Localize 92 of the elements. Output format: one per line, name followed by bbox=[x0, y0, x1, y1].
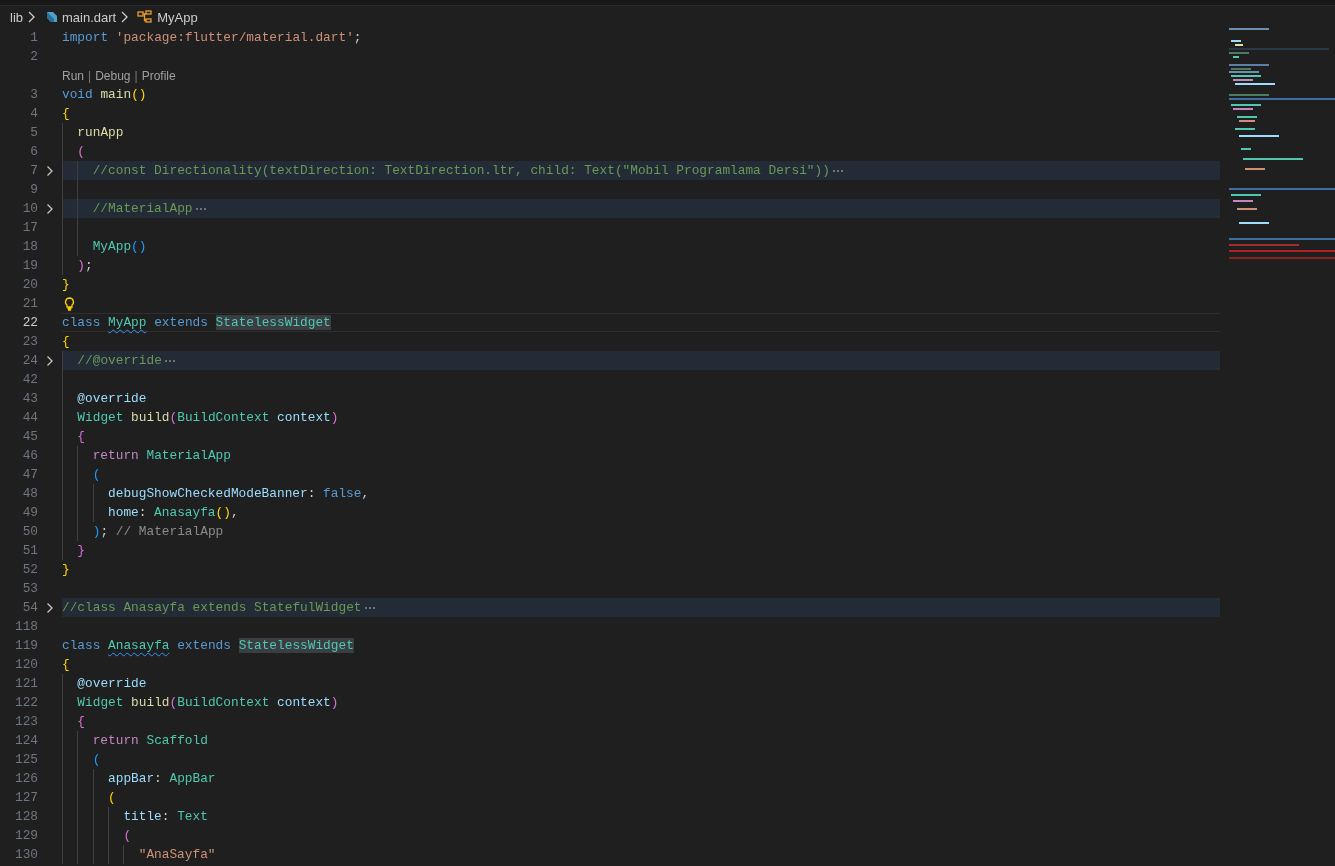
code-line: ); // MaterialApp bbox=[92, 523, 224, 541]
line-number: 1 bbox=[29, 29, 39, 47]
ellipsis-icon[interactable] bbox=[194, 206, 207, 211]
code-line: runApp bbox=[77, 124, 124, 142]
breadcrumb-item[interactable]: main.dart bbox=[62, 9, 117, 25]
line-number: 118 bbox=[13, 618, 39, 636]
line-number: 49 bbox=[21, 504, 39, 522]
line-number: 52 bbox=[21, 561, 39, 579]
code-line: import 'package:flutter/material.dart'; bbox=[62, 29, 362, 47]
chevron-icon bbox=[27, 11, 36, 23]
class-icon bbox=[137, 10, 154, 24]
code-line: Widget build(BuildContext context) bbox=[77, 694, 339, 712]
code-line: //@override bbox=[77, 352, 162, 370]
line-number: 18 bbox=[21, 238, 39, 256]
code-line: } bbox=[77, 542, 86, 560]
codelens-link[interactable]: Debug bbox=[95, 68, 131, 83]
code-line: } bbox=[62, 561, 70, 579]
code-line: class MyApp extends StatelessWidget bbox=[62, 314, 331, 332]
line-number: 121 bbox=[13, 675, 39, 693]
code-line: { bbox=[62, 105, 70, 123]
code-line: ( bbox=[77, 143, 86, 161]
line-number: 122 bbox=[13, 694, 39, 712]
line-number: 48 bbox=[21, 485, 39, 503]
line-number: 21 bbox=[21, 295, 39, 313]
line-number: 128 bbox=[13, 808, 39, 826]
code-line: appBar: AppBar bbox=[108, 770, 216, 788]
line-number: 22 bbox=[21, 314, 39, 332]
code-line: ( bbox=[92, 751, 101, 769]
separator: | bbox=[88, 68, 92, 83]
line-number: 124 bbox=[13, 732, 39, 750]
line-number: 126 bbox=[13, 770, 39, 788]
line-number: 119 bbox=[13, 637, 39, 655]
line-number: 130 bbox=[13, 846, 39, 864]
line-number: 5 bbox=[29, 124, 39, 142]
code-line: return MaterialApp bbox=[92, 447, 231, 465]
line-number: 3 bbox=[29, 86, 39, 104]
line-number: 51 bbox=[21, 542, 39, 560]
code-line: ( bbox=[92, 466, 101, 484]
code-line: ( bbox=[123, 827, 132, 845]
code-line: title: Text bbox=[123, 808, 208, 826]
line-number: 43 bbox=[21, 390, 39, 408]
codelens-link[interactable]: Run bbox=[62, 68, 84, 83]
code-line: void main() bbox=[62, 86, 147, 104]
codelens-link[interactable]: Profile bbox=[141, 68, 176, 83]
dart-logo-icon bbox=[44, 10, 58, 24]
code-line: //class Anasayfa extends StatefulWidget bbox=[62, 599, 362, 617]
line-number: 44 bbox=[21, 409, 39, 427]
line-number: 17 bbox=[21, 219, 39, 237]
code-line: ); bbox=[77, 257, 93, 275]
code-line: //const Directionality(textDirection: TextDirection.ltr, child: Text("Mobil Programlama Dersi")) bbox=[92, 162, 830, 180]
line-number: 53 bbox=[21, 580, 39, 598]
code-line: Widget build(BuildContext context) bbox=[77, 409, 339, 427]
line-number: 23 bbox=[21, 333, 39, 351]
line-number: 127 bbox=[13, 789, 39, 807]
chevron-icon bbox=[120, 11, 130, 23]
code-line: { bbox=[62, 656, 70, 674]
line-number: 6 bbox=[29, 143, 39, 161]
code-line: ( bbox=[108, 789, 116, 807]
code-line: return Scaffold bbox=[92, 732, 208, 750]
line-number: 20 bbox=[21, 276, 39, 294]
ellipsis-icon[interactable] bbox=[163, 358, 176, 363]
code-line: @override bbox=[77, 675, 147, 693]
code-line: MyApp() bbox=[92, 238, 147, 256]
line-number: 125 bbox=[13, 751, 39, 769]
code-line: { bbox=[62, 333, 70, 351]
code-line: "AnaSayfa" bbox=[138, 846, 216, 864]
line-number: 129 bbox=[13, 827, 39, 845]
line-number: 42 bbox=[21, 371, 39, 389]
code-line: { bbox=[77, 428, 86, 446]
code-line: home: Anasayfa(), bbox=[108, 504, 239, 522]
code-line: { bbox=[77, 713, 86, 731]
ellipsis-icon[interactable] bbox=[831, 168, 844, 173]
breadcrumb-item[interactable]: MyApp bbox=[157, 9, 198, 25]
line-number: 120 bbox=[13, 656, 39, 674]
code-line: debugShowCheckedModeBanner: false, bbox=[108, 485, 370, 503]
ellipsis-icon[interactable] bbox=[363, 605, 376, 610]
line-number: 4 bbox=[29, 105, 39, 123]
code-line: class Anasayfa extends StatelessWidget bbox=[62, 637, 354, 655]
line-number: 50 bbox=[21, 523, 39, 541]
breadcrumb-item[interactable]: lib bbox=[10, 9, 23, 25]
line-number: 47 bbox=[21, 466, 39, 484]
lightbulb-icon[interactable] bbox=[64, 296, 75, 311]
line-number: 46 bbox=[21, 447, 39, 465]
line-number: 9 bbox=[29, 181, 39, 199]
separator: | bbox=[134, 68, 138, 83]
line-number: 45 bbox=[21, 428, 39, 446]
code-line: } bbox=[62, 276, 70, 294]
line-number: 123 bbox=[13, 713, 39, 731]
code-line: //MaterialApp bbox=[92, 200, 193, 218]
line-number: 2 bbox=[29, 48, 39, 66]
line-number: 19 bbox=[21, 257, 39, 275]
code-line: @override bbox=[77, 390, 147, 408]
